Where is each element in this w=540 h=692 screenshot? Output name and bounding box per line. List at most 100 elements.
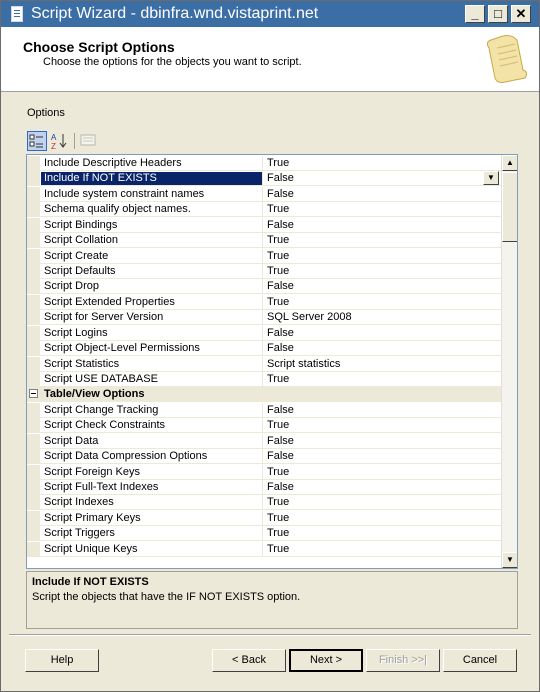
property-value[interactable]: False [267,404,497,417]
column-divider [262,326,263,340]
category-row-table-view-options[interactable]: Table/View Options [27,387,501,402]
property-value[interactable]: True [267,543,497,556]
property-value[interactable]: False [267,172,497,185]
row-gutter [27,295,40,309]
property-value[interactable]: False [267,280,497,293]
property-pages-icon[interactable] [79,131,99,151]
row-gutter [27,156,40,170]
property-name: Script USE DATABASE [44,373,158,385]
property-row[interactable]: Script Foreign Keys True [27,465,501,480]
property-name: Include system constraint names [44,188,205,200]
scroll-thumb[interactable] [502,172,517,242]
property-row[interactable]: Script Create True [27,249,501,264]
property-row[interactable]: Script Object-Level Permissions False [27,341,501,356]
property-row[interactable]: Script Collation True [27,233,501,248]
scroll-icon [486,35,528,83]
help-button[interactable]: Help [25,649,99,672]
property-row[interactable]: Script USE DATABASE True [27,372,501,387]
property-row[interactable]: Script Full-Text Indexes False [27,480,501,495]
property-value[interactable]: False [267,188,497,201]
property-row[interactable]: Script Statistics Script statistics [27,357,501,372]
property-row[interactable]: Script Check Constraints True [27,418,501,433]
property-value[interactable]: False [267,342,497,355]
close-button[interactable]: ✕ [511,5,531,23]
column-divider [262,480,263,494]
property-row[interactable]: Script Data Compression Options False [27,449,501,464]
property-value[interactable]: True [267,265,497,278]
row-gutter [27,187,40,201]
property-row[interactable]: Script Triggers True [27,526,501,541]
property-row[interactable]: Script Defaults True [27,264,501,279]
cancel-button[interactable]: Cancel [443,649,517,672]
property-value[interactable]: True [267,234,497,247]
property-row[interactable]: Include If NOT EXISTS False ▼ [27,171,501,186]
property-value[interactable]: True [267,466,497,479]
row-gutter [27,511,40,525]
property-value[interactable]: False [267,435,497,448]
page-title: Choose Script Options [23,39,175,55]
property-value[interactable]: True [267,203,497,216]
property-value[interactable]: True [267,419,497,432]
column-divider [262,171,263,185]
minimize-button[interactable]: _ [465,5,485,23]
column-divider [262,357,263,371]
column-divider [262,449,263,463]
property-name: Script Data Compression Options [44,450,208,462]
property-row[interactable]: Script Primary Keys True [27,511,501,526]
row-gutter [27,449,40,463]
property-row[interactable]: Script Unique Keys True [27,542,501,557]
property-value[interactable]: True [267,496,497,509]
alphabetical-sort-icon[interactable]: AZ [49,131,69,151]
property-name: Script Indexes [44,496,114,508]
value-dropdown-button[interactable]: ▼ [483,171,499,185]
property-name: Script Check Constraints [44,419,166,431]
property-row[interactable]: Include system constraint names False [27,187,501,202]
vertical-scrollbar[interactable]: ▲ ▼ [501,155,517,568]
property-name: Script Create [44,250,109,262]
back-button[interactable]: < Back [212,649,286,672]
row-gutter [27,480,40,494]
finish-button[interactable]: Finish >>| [366,649,440,672]
property-grid[interactable]: Include Descriptive Headers True Include I… [26,154,518,569]
property-value[interactable]: False [267,327,497,340]
property-row[interactable]: Script for Server Version SQL Server 2008 [27,310,501,325]
column-divider [262,156,263,170]
property-row[interactable]: Script Indexes True [27,495,501,510]
title-bar[interactable]: Script Wizard - dbinfra.wnd.vistaprint.n… [1,1,539,27]
column-divider [262,511,263,525]
column-divider [262,249,263,263]
page-subtitle: Choose the options for the objects you w… [43,56,302,68]
property-row[interactable]: Script Change Tracking False [27,403,501,418]
row-gutter [27,542,40,556]
property-value[interactable]: False [267,481,497,494]
property-value[interactable]: True [267,296,497,309]
scroll-down-button[interactable]: ▼ [502,552,517,568]
property-value[interactable]: False [267,450,497,463]
property-row[interactable]: Schema qualify object names. True [27,202,501,217]
scroll-up-button[interactable]: ▲ [502,155,517,171]
property-row[interactable]: Include Descriptive Headers True [27,156,501,171]
property-value[interactable]: Script statistics [267,358,497,371]
column-divider [262,218,263,232]
property-value[interactable]: True [267,157,497,170]
maximize-button[interactable]: □ [488,5,508,23]
categorized-icon[interactable] [27,131,47,151]
collapse-icon[interactable] [29,389,38,398]
row-gutter [27,264,40,278]
property-value[interactable]: False [267,219,497,232]
property-value[interactable]: SQL Server 2008 [267,311,497,324]
next-button[interactable]: Next > [289,649,363,672]
wizard-header: Choose Script Options Choose the options… [1,27,539,92]
row-gutter [27,465,40,479]
property-value[interactable]: True [267,250,497,263]
property-value[interactable]: True [267,373,497,386]
property-value[interactable]: True [267,512,497,525]
property-row[interactable]: Script Drop False [27,279,501,294]
property-row[interactable]: Script Logins False [27,326,501,341]
property-row[interactable]: Script Data False [27,434,501,449]
row-gutter [27,279,40,293]
property-row[interactable]: Script Extended Properties True [27,295,501,310]
property-row[interactable]: Script Bindings False [27,218,501,233]
property-value[interactable]: True [267,527,497,540]
row-gutter [27,202,40,216]
